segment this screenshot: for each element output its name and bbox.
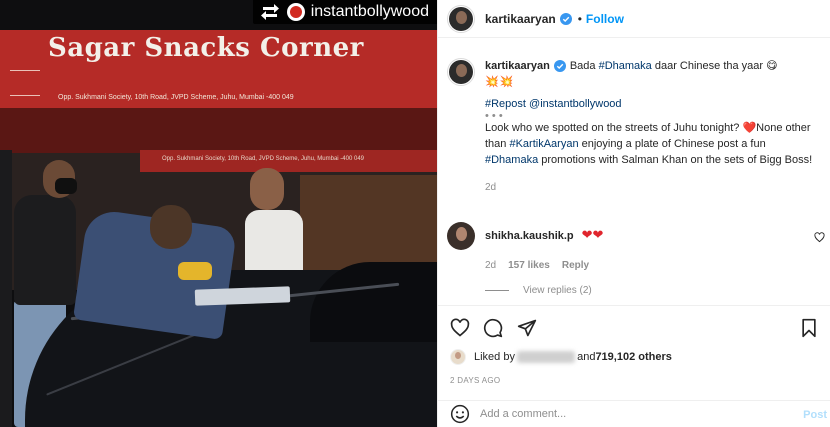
repost-credit-line: #Repost @instantbollywood [485,96,820,112]
likes-summary: Liked by aktajashuss and 719,102 others [450,349,672,365]
hashtag-dhamaka-2[interactable]: #Dhamaka [485,154,538,166]
post-date[interactable]: 2 DAYS AGO [450,376,500,385]
comment-reply-button[interactable]: Reply [562,260,589,271]
emoji-picker-icon[interactable] [450,404,470,424]
comment-text: shikha.kaushik.p ❤❤ [485,227,603,243]
caption-row: kartikaaryan Bada #Dhamaka daar Chinese t… [447,58,827,196]
likes-count[interactable]: 719,102 others [595,351,671,363]
comment-bubble-icon[interactable] [483,318,503,338]
repost-handle: instantbollywood [310,3,429,20]
liker-username-blurred[interactable]: aktajashuss [516,351,576,363]
caption-body: kartikaaryan Bada #Dhamaka daar Chinese t… [485,58,820,196]
verified-badge-icon [559,12,572,25]
view-replies-button[interactable]: View replies (2) [485,285,827,296]
comment-item: shikha.kaushik.p ❤❤ 2d 157 likes Reply Vi… [447,222,827,296]
repost-icon [259,3,281,21]
follow-button[interactable]: Follow [586,12,624,26]
shop-sign-secondary-address: Opp. Sukhmani Society, 10th Road, JVPD S… [162,156,364,162]
instantbollywood-logo [286,3,305,21]
yum-emoji-icon: 😋 [766,60,778,72]
post-header: kartikaaryan • Follow [438,0,830,38]
view-replies-line [485,290,509,291]
person-left-mask [55,178,77,194]
caption-line-1: kartikaaryan Bada #Dhamaka daar Chinese t… [485,58,820,74]
heart-emoji-icon: ❤️ [742,122,757,134]
pole [0,150,12,427]
header-separator: • [577,11,582,26]
caption-block: kartikaaryan Bada #Dhamaka daar Chinese t… [447,58,827,196]
liker-avatar[interactable] [450,349,466,365]
food-plate-paper [194,286,291,306]
caption-username[interactable]: kartikaaryan [485,60,550,72]
commenter-avatar[interactable] [447,222,475,250]
mention-instantbollywood[interactable]: @instantbollywood [529,98,622,110]
commenter-username[interactable]: shikha.kaushik.p [485,230,574,242]
caption-avatar-image [449,60,473,84]
post-side-panel: kartikaaryan • Follow kartikaaryan Bada #… [437,0,830,427]
comment-like-heart-icon[interactable] [814,232,825,243]
add-comment-bar: Post [438,400,830,427]
save-bookmark-icon[interactable] [799,318,819,338]
caption-verified-badge-icon [553,60,566,73]
shop-sign-address: Opp. Sukhmani Society, 10th Road, JVPD S… [58,94,294,101]
instantbollywood-logo-mark [289,6,302,18]
person-center-sleeve [178,262,212,280]
caption-line2-mid2: enjoying a plate of Chinese post a fun [578,138,766,150]
caption-dots: • • • [485,110,503,122]
view-replies-label: View replies (2) [523,285,592,296]
hashtag-repost[interactable]: #Repost [485,98,526,110]
comment-meta: 2d 157 likes Reply [485,260,827,271]
sign-small-panel [10,70,40,96]
comment-likes[interactable]: 157 likes [508,260,550,271]
repost-badge: instantbollywood [252,0,437,24]
post-photo[interactable]: Sagar Snacks Corner Opp. Sukhmani Societ… [0,0,437,427]
comment-time[interactable]: 2d [485,260,496,271]
comment-hearts-icon: ❤❤ [581,227,604,242]
person-right-head [250,168,284,210]
caption-timestamp[interactable]: 2d [485,180,820,196]
likes-connector: and [577,351,596,363]
shop-sign-name: Sagar Snacks Corner [48,33,364,63]
person-left-body [14,195,76,305]
caption-text-post: daar Chinese tha yaar [651,60,767,72]
hashtag-kartikaaryan[interactable]: #KartikAaryan [509,138,578,150]
caption-avatar[interactable] [447,58,475,86]
like-heart-icon[interactable] [450,318,470,338]
likes-prefix: Liked by [474,351,515,363]
caption-line2-pre: Look who we spotted on the streets of Ju… [485,122,743,134]
caption-line2-end: promotions with Salman Khan on the sets … [538,154,813,166]
action-bar [438,305,830,349]
post-comment-button[interactable]: Post [803,409,827,421]
author-username[interactable]: kartikaaryan [485,12,556,26]
instagram-post: Sagar Snacks Corner Opp. Sukhmani Societ… [0,0,830,427]
add-comment-input[interactable] [480,408,780,420]
hashtag-dhamaka[interactable]: #Dhamaka [599,60,652,72]
caption-text-pre: Bada [569,60,599,72]
collision-emoji-icon: 💥💥 [485,76,515,88]
author-avatar[interactable] [447,4,475,33]
share-send-icon[interactable] [517,318,537,338]
shop-awning [0,108,437,153]
caption-paragraph-2: Look who we spotted on the streets of Ju… [485,120,820,168]
shop-sign-secondary: Opp. Sukhmani Society, 10th Road, JVPD S… [140,150,437,172]
comment-row: shikha.kaushik.p ❤❤ [447,222,827,250]
author-avatar-image [449,6,473,31]
person-center-head [150,205,192,249]
